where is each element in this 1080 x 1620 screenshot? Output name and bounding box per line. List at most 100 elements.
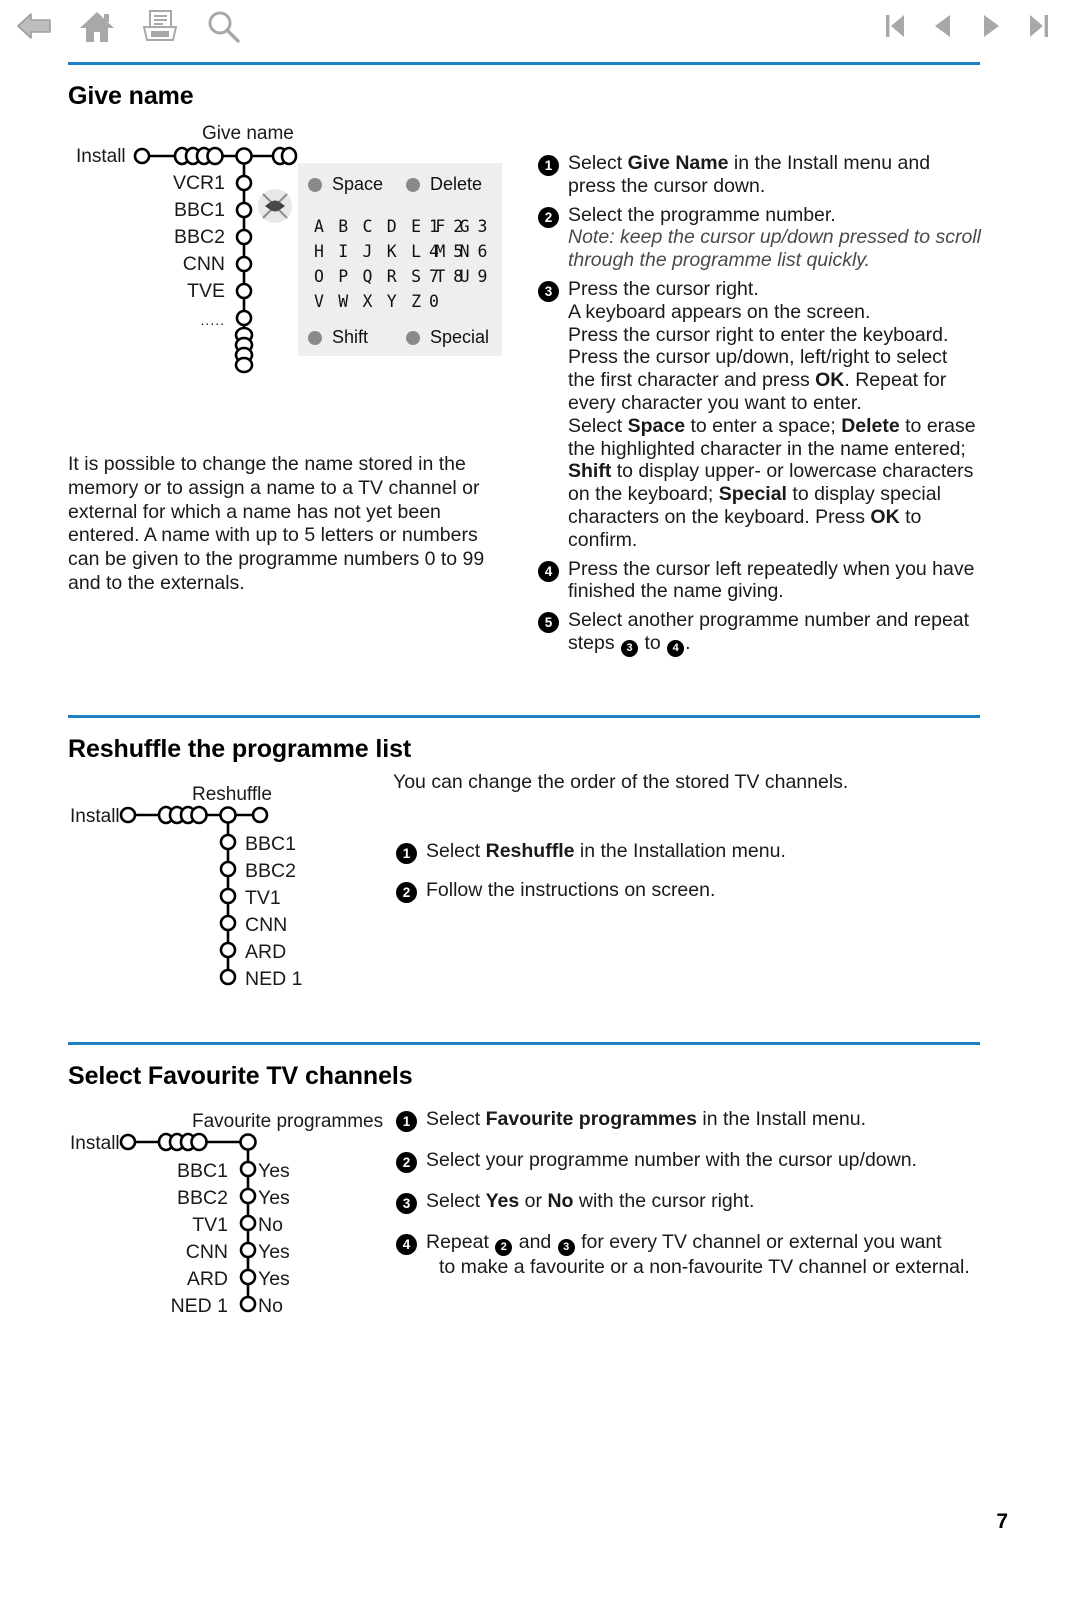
plain-text: Note: keep the cursor up/down pressed to… <box>568 226 981 249</box>
step-line: Select Space to enter a space; Delete to… <box>568 415 976 438</box>
search-icon[interactable] <box>204 8 242 51</box>
diagram-item-label: BBC2 <box>177 1187 228 1209</box>
step-item: 1 Select Give Name in the Install menu an… <box>538 152 988 198</box>
plain-text: to display special <box>786 483 941 506</box>
step-line: through the programme list quickly. <box>568 249 981 272</box>
step-text: Press the cursor right. A keyboard appear… <box>568 278 976 552</box>
favourite-divider <box>68 1042 980 1045</box>
plain-text: confirm. <box>568 528 638 551</box>
step-line: Press the cursor left repeatedly when yo… <box>568 558 974 581</box>
step-number-badge: 4 <box>538 560 559 582</box>
toolbar-right-group <box>882 10 1052 47</box>
next-page-icon[interactable] <box>978 10 1004 47</box>
diagram-item-label: TV1 <box>192 1214 228 1236</box>
plain-text: the highlighted character in the name en… <box>568 437 966 460</box>
previous-page-icon[interactable] <box>930 10 956 47</box>
give-name-diagram-root-label: Install <box>76 146 126 167</box>
emphasis-text: Favourite programmes <box>485 1108 697 1130</box>
favourite-steps: 1 Select Favourite programmes in the Inst… <box>396 1108 976 1296</box>
plain-text: Select <box>568 414 628 437</box>
step-line: Select Reshuffle in the Installation men… <box>426 840 786 863</box>
diagram-item-value: No <box>258 1214 283 1236</box>
favourite-diagram-root-label: Install <box>70 1133 120 1154</box>
page-title-favourite: Select Favourite TV channels <box>68 1062 413 1090</box>
diagram-item-label: BBC1 <box>174 199 225 221</box>
plain-text: and <box>513 1231 557 1253</box>
last-page-icon[interactable] <box>1026 10 1052 47</box>
step-text: Select Yes or No with the cursor right. <box>426 1190 754 1213</box>
plain-text: to make a favourite or a non-favourite T… <box>439 1255 970 1278</box>
step-text: Select Favourite programmes in the Insta… <box>426 1108 866 1131</box>
plain-text: Press the cursor right to enter the keyb… <box>568 323 949 346</box>
step-line: Select Favourite programmes in the Insta… <box>426 1108 866 1131</box>
give-name-paragraph-text: It is possible to change the name stored… <box>68 453 485 594</box>
step-item: 2 Select the programme number. Note: keep … <box>538 204 988 272</box>
diagram-item-label: VCR1 <box>172 172 225 194</box>
reshuffle-diagram-item-labels: BBC1 BBC2 TV1 CNN ARD NED 1 <box>245 831 302 993</box>
step-line: Repeat 2 and 3 for every TV channel or e… <box>426 1231 970 1256</box>
give-name-diagram-item-labels: VCR1 BBC1 BBC2 CNN TVE ..... <box>110 170 225 335</box>
inline-step-badge: 3 <box>557 1238 575 1256</box>
reshuffle-divider <box>68 715 980 718</box>
diagram-item-label: ARD <box>186 1268 228 1290</box>
step-line: Select your programme number with the cu… <box>426 1149 917 1172</box>
step-item: 3 Select Yes or No with the cursor right. <box>396 1190 976 1214</box>
favourite-diagram-value-labels: Yes Yes No Yes Yes No <box>258 1158 290 1320</box>
plain-text: in the Installation menu. <box>574 840 786 862</box>
keyboard-shift-key[interactable]: Shift <box>308 327 368 348</box>
keyboard-delete-key[interactable]: Delete <box>406 174 482 195</box>
plain-text: or <box>519 1190 548 1212</box>
keyboard-space-key[interactable]: Space <box>308 174 383 195</box>
diagram-item-label: ARD <box>245 941 287 963</box>
step-line: Press the cursor right to enter the keyb… <box>568 324 976 347</box>
key-dot-icon <box>406 177 420 192</box>
keyboard-special-label: Special <box>430 327 490 347</box>
plain-text: A keyboard appears on the screen. <box>568 300 871 323</box>
step-number-badge: 4 <box>396 1234 417 1255</box>
plain-text: to display upper- or lowercase character… <box>611 460 974 483</box>
reshuffle-intro-text: You can change the order of the stored T… <box>393 771 849 793</box>
step-line: Shift to display upper- or lowercase cha… <box>568 460 976 483</box>
emphasis-text: Space <box>627 414 686 437</box>
step-line: Follow the instructions on screen. <box>426 879 715 902</box>
keyboard-number-row: 1 2 3 <box>429 217 490 236</box>
step-number-badge: 5 <box>538 612 559 634</box>
inline-step-badge: 4 <box>667 639 685 657</box>
step-line: every character you want to enter. <box>568 392 976 415</box>
emphasis-text: OK <box>815 369 845 392</box>
home-icon[interactable] <box>78 9 116 50</box>
reshuffle-steps: 1 Select Reshuffle in the Installation me… <box>396 840 956 918</box>
step-line: on the keyboard; Special to display spec… <box>568 483 976 506</box>
emphasis-text: Special <box>718 483 787 506</box>
keyboard-number-row: 0 <box>429 292 442 311</box>
reshuffle-diagram-root-label: Install <box>70 806 120 827</box>
step-line: Press the cursor up/down, left/right to … <box>568 346 976 369</box>
keyboard-shift-label: Shift <box>332 327 369 347</box>
plain-text: in the Install menu. <box>696 1108 867 1130</box>
diagram-item-label: CNN <box>185 1241 228 1263</box>
step-line: Select the programme number. <box>568 204 981 227</box>
toolbar-left-group <box>14 8 242 51</box>
plain-text: in the Install menu and <box>728 152 931 174</box>
plain-text: Press the cursor right. <box>568 277 759 300</box>
keyboard-special-key[interactable]: Special <box>406 327 489 348</box>
give-name-paragraph: It is possible to change the name stored… <box>68 453 498 596</box>
step-item: 4 Press the cursor left repeatedly when y… <box>538 558 988 604</box>
first-page-icon[interactable] <box>882 10 908 47</box>
step-text: Select Reshuffle in the Installation men… <box>426 840 786 863</box>
step-item: 2 Select your programme number with the c… <box>396 1149 976 1173</box>
keyboard-number-grid[interactable]: 1 2 3 4 5 6 7 8 9 0 <box>429 214 490 314</box>
back-arrow-icon[interactable] <box>14 10 54 49</box>
inline-step-badge: 3 <box>621 639 639 657</box>
diagram-item-value: Yes <box>258 1241 290 1263</box>
page-title-reshuffle: Reshuffle the programme list <box>68 735 412 763</box>
emphasis-text: Shift <box>568 460 612 483</box>
diagram-item-label: NED 1 <box>245 968 303 990</box>
print-icon[interactable] <box>140 8 180 51</box>
step-item: 1 Select Reshuffle in the Installation me… <box>396 840 956 864</box>
step-line: steps 3 to 4. <box>568 632 969 657</box>
plain-text: Follow the instructions on screen. <box>426 879 716 901</box>
emphasis-text: No <box>547 1190 574 1212</box>
plain-text: finished the name giving. <box>568 580 784 603</box>
step-item: 3 Press the cursor right. A keyboard appea… <box>538 278 988 552</box>
